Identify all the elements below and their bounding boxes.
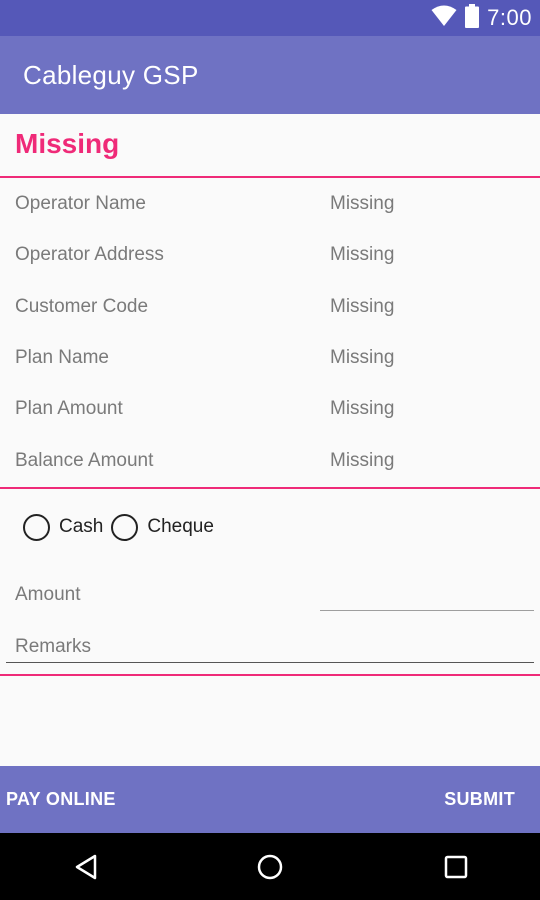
detail-value: Missing: [330, 193, 395, 214]
detail-row-operator-address: Operator Address Missing: [0, 244, 540, 274]
radio-cash[interactable]: Cash: [23, 513, 103, 541]
detail-label: Balance Amount: [15, 450, 154, 471]
system-nav-bar: [0, 833, 540, 900]
detail-value: Missing: [330, 398, 395, 419]
app-title: Cableguy GSP: [23, 60, 199, 90]
radio-cash-label[interactable]: Cash: [59, 516, 103, 538]
detail-value: Missing: [330, 244, 395, 265]
detail-label: Customer Code: [15, 296, 149, 317]
detail-value: Missing: [330, 296, 395, 317]
home-icon[interactable]: [254, 851, 286, 883]
bottom-action-bar: PAY ONLINE SUBMIT: [0, 766, 540, 833]
status-bar: 7:00: [0, 0, 540, 36]
detail-label: Plan Name: [15, 347, 109, 368]
payment-mode-radio-group: Cash Cheque: [23, 512, 222, 542]
submit-button[interactable]: SUBMIT: [444, 766, 515, 833]
remarks-input[interactable]: [6, 632, 534, 663]
wifi-icon: [431, 5, 457, 32]
section-divider-middle: [0, 487, 540, 489]
detail-value: Missing: [330, 450, 395, 471]
section-divider-bottom: [0, 674, 540, 676]
section-title: Missing: [15, 128, 120, 159]
detail-row-customer-code: Customer Code Missing: [0, 296, 540, 326]
detail-row-balance-amount: Balance Amount Missing: [0, 450, 540, 480]
back-icon[interactable]: [70, 851, 102, 883]
detail-label: Operator Address: [15, 244, 164, 265]
recents-icon[interactable]: [440, 851, 472, 883]
status-time: 7:00: [487, 5, 532, 30]
section-divider-top: [0, 176, 540, 178]
amount-input[interactable]: [320, 575, 534, 611]
pay-online-button[interactable]: PAY ONLINE: [6, 766, 116, 833]
detail-label: Operator Name: [15, 193, 146, 214]
detail-row-operator-name: Operator Name Missing: [0, 193, 540, 223]
detail-label: Plan Amount: [15, 398, 123, 419]
amount-label: Amount: [15, 584, 81, 605]
radio-cash-circle[interactable]: [23, 513, 50, 541]
battery-icon: [465, 3, 480, 33]
radio-cheque[interactable]: Cheque: [111, 513, 214, 541]
detail-row-plan-name: Plan Name Missing: [0, 347, 540, 377]
app-bar: Cableguy GSP: [0, 36, 540, 114]
detail-row-plan-amount: Plan Amount Missing: [0, 398, 540, 428]
radio-cheque-circle[interactable]: [111, 513, 139, 541]
detail-value: Missing: [330, 347, 395, 368]
radio-cheque-label[interactable]: Cheque: [147, 516, 214, 538]
